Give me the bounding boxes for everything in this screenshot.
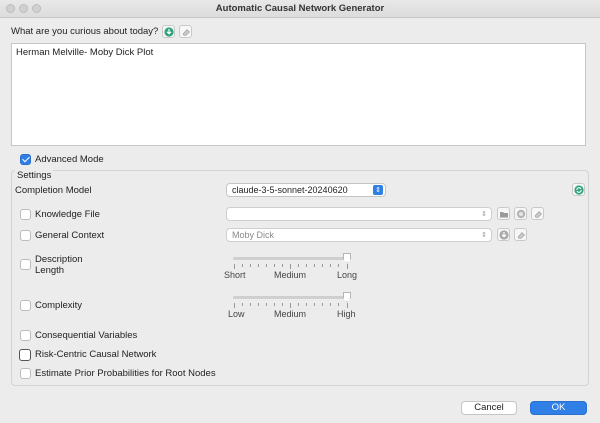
complexity-tick-medium: Medium [274,309,307,319]
ok-button[interactable]: OK [530,401,587,415]
dialog-window: Automatic Causal Network Generator What … [0,0,600,423]
download-icon [498,229,509,240]
context-download-button[interactable] [497,228,510,241]
knowledge-info-button[interactable] [514,207,527,220]
completion-model-select[interactable]: claude-3-5-sonnet-20240620 ⇕ [226,183,386,197]
select-arrows-icon: ⇕ [373,185,383,195]
settings-legend: Settings [15,170,54,181]
open-file-button[interactable] [497,207,510,220]
complexity-tick-high: High [337,309,356,319]
description-length-ticks [234,264,350,269]
description-length-slider[interactable] [233,257,351,260]
folder-icon [499,211,508,217]
general-context-value: Moby Dick [232,230,275,240]
refresh-icon [573,184,584,195]
eraser-icon [182,28,190,36]
consequential-variables-checkbox[interactable] [20,330,31,341]
complexity-checkbox[interactable] [20,300,31,311]
window-title: Automatic Causal Network Generator [215,3,385,14]
eraser-icon [517,231,525,239]
completion-model-label: Completion Model [15,185,92,196]
advanced-mode-checkbox[interactable] [20,154,31,165]
select-arrows-icon: ⇕ [481,211,487,218]
title-bar: Automatic Causal Network Generator [0,0,600,18]
knowledge-file-select[interactable]: ⇕ [226,207,492,221]
general-context-checkbox[interactable] [20,230,31,241]
download-icon [163,26,174,37]
cancel-button[interactable]: Cancel [461,401,517,415]
description-length-tick-short: Short [224,270,246,280]
clear-prompt-button[interactable] [179,25,192,38]
advanced-mode-label: Advanced Mode [35,154,104,165]
complexity-ticks [234,303,350,308]
select-arrows-icon: ⇕ [481,232,487,239]
prior-probabilities-label: Estimate Prior Probabilities for Root No… [35,368,216,379]
circle-icon [516,209,525,218]
description-length-label-line1: Description [35,254,83,265]
eraser-icon [534,210,542,218]
description-length-tick-long: Long [337,270,358,280]
knowledge-file-checkbox[interactable] [20,209,31,220]
knowledge-file-label: Knowledge File [35,209,100,220]
risk-centric-checkbox[interactable] [19,349,31,361]
description-length-label-line2: Length [35,265,65,276]
prior-probabilities-checkbox[interactable] [20,368,31,379]
complexity-slider[interactable] [233,296,351,299]
general-context-select[interactable]: Moby Dick ⇕ [226,228,492,242]
download-button[interactable] [162,25,175,38]
clear-context-button[interactable] [514,228,527,241]
complexity-label: Complexity [35,300,82,311]
description-length-label: Description Length [35,254,83,276]
description-length-checkbox[interactable] [20,259,31,270]
prompt-textarea[interactable]: Herman Melville- Moby Dick Plot [11,43,586,146]
clear-knowledge-button[interactable] [531,207,544,220]
complexity-tick-low: Low [228,309,245,319]
consequential-variables-label: Consequential Variables [35,330,138,341]
completion-model-value: claude-3-5-sonnet-20240620 [232,185,348,195]
general-context-label: General Context [35,230,105,241]
risk-centric-label: Risk-Centric Causal Network [35,349,157,360]
refresh-models-button[interactable] [572,183,585,196]
prompt-label: What are you curious about today? [11,26,159,37]
description-length-tick-medium: Medium [274,270,307,280]
